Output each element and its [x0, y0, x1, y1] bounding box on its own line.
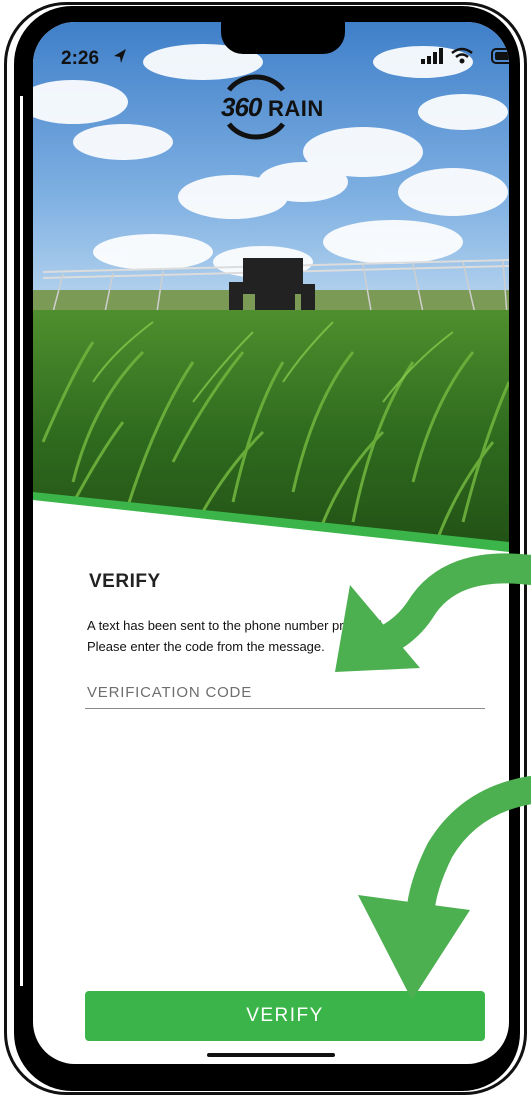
instructions-line-1: A text has been sent to the phone number… — [87, 618, 386, 633]
brand-logo: 360 RAIN — [221, 68, 361, 148]
instructions-text: A text has been sent to the phone number… — [87, 615, 487, 657]
phone-side-highlight — [20, 96, 23, 986]
hero-image: 2:26 360 RAIN — [33, 22, 509, 567]
notch — [221, 22, 345, 54]
app-screen: 2:26 360 RAIN VERIFY A text has been sen… — [33, 22, 509, 1064]
home-indicator[interactable] — [207, 1053, 335, 1057]
status-time: 2:26 — [61, 48, 100, 69]
logo-word: RAIN — [268, 96, 324, 121]
instructions-line-2: Please enter the code from the message. — [87, 639, 325, 654]
verify-button[interactable]: VERIFY — [85, 991, 485, 1041]
logo-number: 360 — [221, 92, 262, 122]
page-title: VERIFY — [89, 571, 161, 592]
verification-code-input[interactable] — [85, 677, 485, 709]
